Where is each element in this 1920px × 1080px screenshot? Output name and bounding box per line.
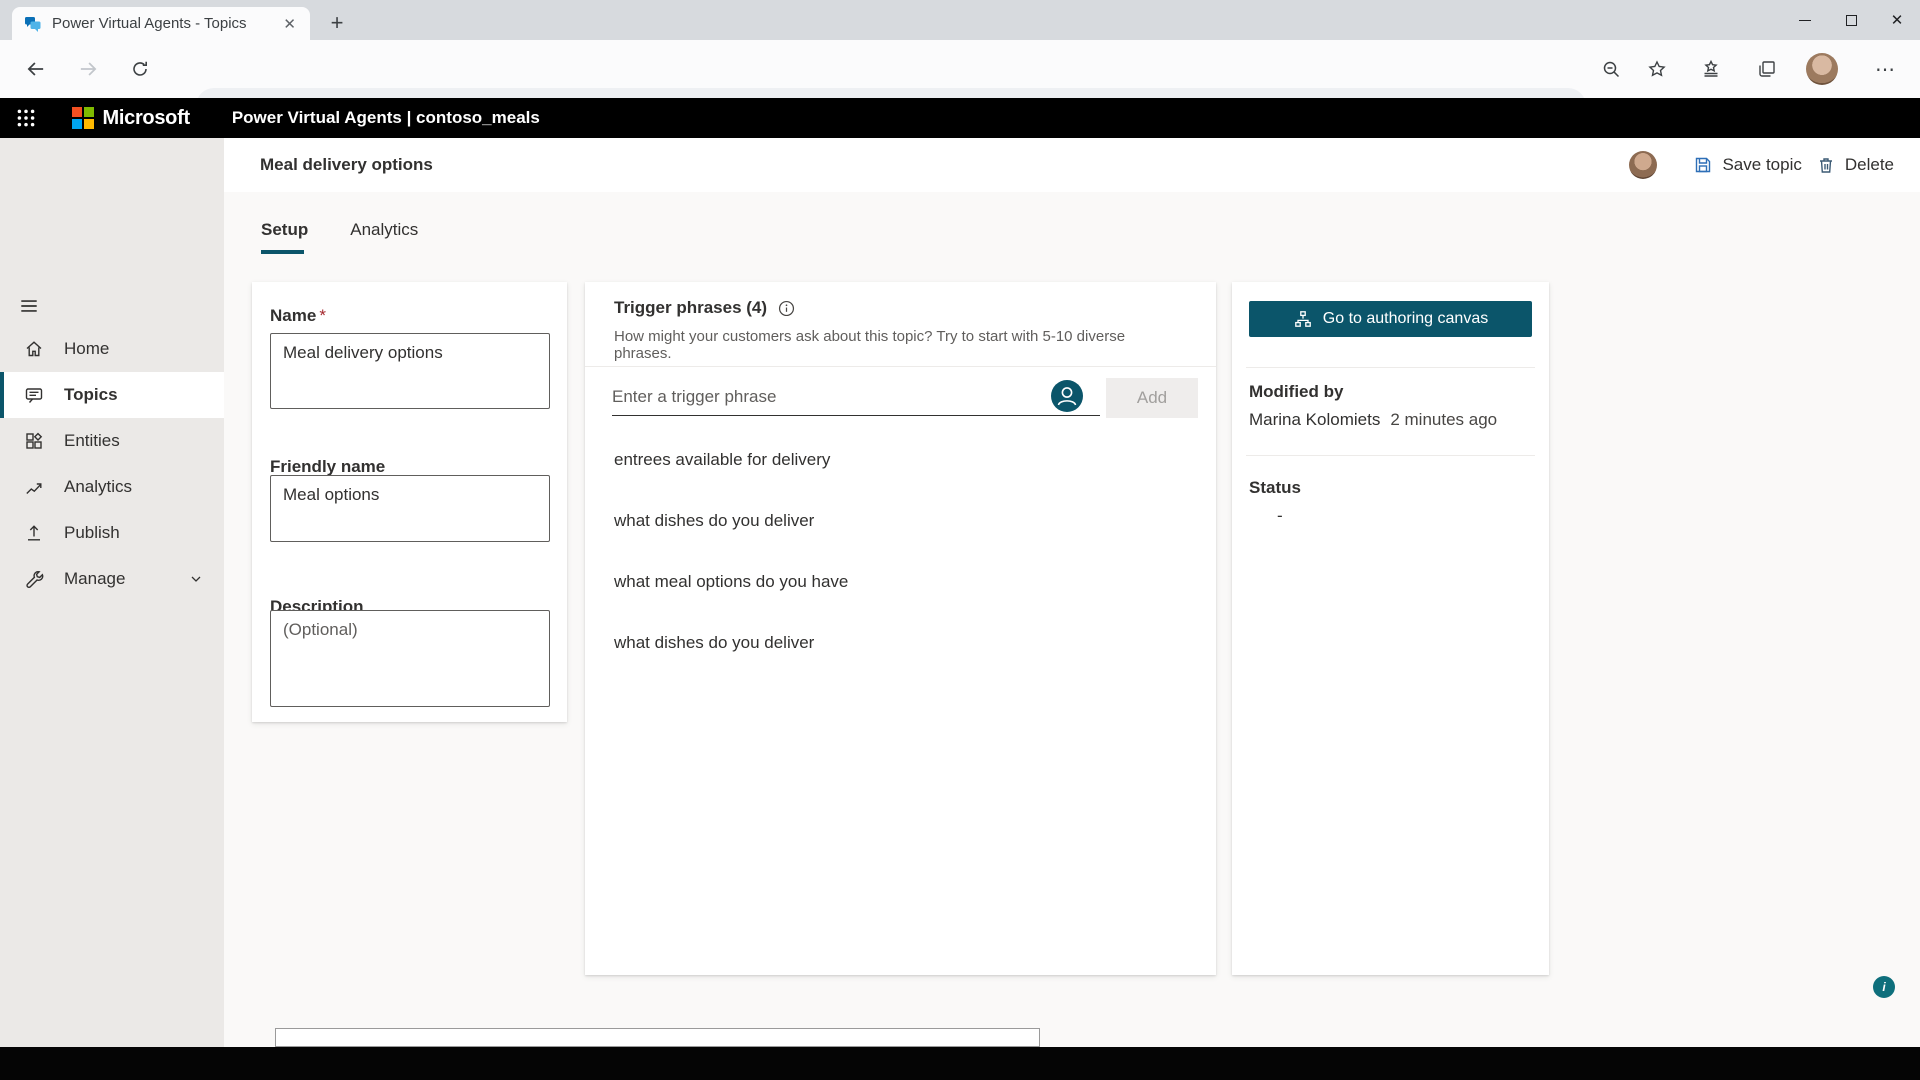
taskbar (0, 1047, 1920, 1080)
zoom-indicator-icon[interactable] (1592, 51, 1630, 87)
hamburger-icon[interactable] (15, 292, 43, 320)
browser-toolbar: https://bots.int.customercareintelligenc… (0, 40, 1920, 98)
collections-icon[interactable] (1748, 51, 1786, 87)
favorite-star-icon[interactable] (1638, 51, 1676, 87)
person-circle-icon (1050, 379, 1084, 413)
delete-button[interactable]: Delete (1816, 155, 1894, 175)
sidebar-item-label: Publish (64, 523, 120, 543)
window-maximize-button[interactable] (1828, 0, 1874, 40)
trigger-phrases-card: Trigger phrases (4) How might your custo… (585, 282, 1216, 975)
sidebar-item-topics[interactable]: Topics (0, 372, 224, 418)
app-title: Power Virtual Agents | contoso_meals (232, 108, 540, 128)
microsoft-logo[interactable]: Microsoft (72, 107, 190, 130)
screen: Power Virtual Agents - Topics ✕ + ✕ http… (0, 0, 1920, 1080)
window-minimize-button[interactable] (1782, 0, 1828, 40)
browser-menu-icon[interactable]: ⋯ (1866, 51, 1904, 87)
delete-label: Delete (1845, 155, 1894, 175)
manage-wrench-icon (24, 569, 44, 589)
sidebar-item-home[interactable]: Home (0, 326, 224, 372)
collaborator-avatar[interactable] (1629, 151, 1657, 179)
topic-details-card: Go to authoring canvas Modified by Marin… (1232, 282, 1549, 975)
forward-icon[interactable] (70, 51, 106, 87)
modified-by-row: Marina Kolomiets 2 minutes ago (1249, 410, 1497, 430)
save-topic-button[interactable]: Save topic (1693, 155, 1801, 175)
friendly-name-field[interactable]: Meal options (270, 475, 550, 542)
trigger-phrase-item[interactable]: what dishes do you deliver (614, 490, 1184, 551)
microsoft-brand-text: Microsoft (103, 107, 190, 130)
topic-bar-actions: Save topic Delete (1629, 151, 1894, 179)
info-icon[interactable] (777, 299, 796, 318)
modified-by-name: Marina Kolomiets (1249, 410, 1380, 430)
sidebar-item-label: Home (64, 339, 109, 359)
refresh-icon[interactable] (122, 51, 158, 87)
modified-by-label: Modified by (1249, 382, 1343, 402)
sidebar-item-entities[interactable]: Entities (0, 418, 224, 464)
trigger-phrase-item[interactable]: what meal options do you have (614, 551, 1184, 612)
app-header: Microsoft Power Virtual Agents | contoso… (0, 98, 1920, 138)
publish-icon (24, 523, 44, 543)
sidebar-item-label: Topics (64, 385, 118, 405)
description-field[interactable] (270, 610, 550, 707)
divider (1246, 367, 1535, 368)
topic-title: Meal delivery options (260, 155, 433, 175)
browser-tab-strip: Power Virtual Agents - Topics ✕ + ✕ (0, 0, 1920, 40)
trigger-subtitle: How might your customers ask about this … (614, 328, 1174, 362)
trigger-phrase-item[interactable]: entrees available for delivery (614, 429, 1184, 490)
info-bubble-icon[interactable]: i (1873, 976, 1895, 998)
entities-icon (24, 431, 44, 451)
required-asterisk: * (319, 306, 326, 325)
topic-bar: Meal delivery options Save topic Delete (224, 138, 1920, 192)
window-close-button[interactable]: ✕ (1874, 0, 1920, 40)
status-value: - (1277, 506, 1283, 526)
sitemap-icon (1293, 309, 1313, 329)
sidebar-item-publish[interactable]: Publish (0, 510, 224, 556)
name-field[interactable]: Meal delivery options (270, 333, 550, 409)
friendly-name-label: Friendly name (270, 457, 385, 477)
tab-close-icon[interactable]: ✕ (279, 15, 300, 33)
main-content: Setup Analytics Name* Meal delivery opti… (224, 192, 1920, 1047)
tab-setup[interactable]: Setup (261, 220, 308, 254)
browser-profile-avatar[interactable] (1806, 53, 1838, 85)
sidebar-nav: Home Topics Entities Analytics (0, 326, 224, 602)
sidebar-item-label: Analytics (64, 477, 132, 497)
save-topic-label: Save topic (1722, 155, 1801, 175)
go-to-authoring-canvas-button[interactable]: Go to authoring canvas (1249, 301, 1532, 337)
sidebar-item-label: Manage (64, 569, 125, 589)
browser-tab[interactable]: Power Virtual Agents - Topics ✕ (12, 7, 310, 40)
analytics-icon (24, 477, 44, 497)
name-label: Name* (270, 306, 326, 326)
chevron-down-icon (188, 571, 204, 587)
favorites-bar-icon[interactable] (1692, 51, 1730, 87)
sidebar-item-label: Entities (64, 431, 120, 451)
trigger-phrase-item[interactable]: what dishes do you deliver (614, 612, 1184, 673)
bot-panel-edge (275, 1028, 1040, 1047)
trigger-phrase-list: entrees available for delivery what dish… (614, 429, 1184, 673)
add-button[interactable]: Add (1106, 378, 1198, 418)
sidebar: Home Topics Entities Analytics (0, 138, 224, 1047)
divider (1246, 455, 1535, 456)
save-icon (1693, 155, 1713, 175)
sidebar-item-manage[interactable]: Manage (0, 556, 224, 602)
waffle-icon[interactable] (12, 104, 40, 132)
topic-form-card: Name* Meal delivery options Friendly nam… (252, 282, 567, 722)
trigger-phrase-input[interactable] (612, 378, 1100, 416)
status-label: Status (1249, 478, 1301, 498)
content-tabs: Setup Analytics (261, 220, 418, 254)
divider (585, 366, 1216, 367)
new-tab-button[interactable]: + (322, 8, 352, 38)
pva-favicon-icon (24, 15, 42, 33)
tab-analytics[interactable]: Analytics (350, 220, 418, 254)
sidebar-item-analytics[interactable]: Analytics (0, 464, 224, 510)
back-icon[interactable] (18, 51, 54, 87)
topics-icon (24, 385, 44, 405)
modified-time: 2 minutes ago (1390, 410, 1497, 430)
canvas-button-label: Go to authoring canvas (1323, 310, 1488, 328)
trigger-title-row: Trigger phrases (4) (614, 298, 796, 318)
home-icon (24, 339, 44, 359)
trash-icon (1816, 155, 1836, 175)
trigger-phrases-title: Trigger phrases (4) (614, 298, 767, 318)
trigger-input-row: Add (612, 378, 1189, 418)
tab-title: Power Virtual Agents - Topics (52, 15, 279, 32)
